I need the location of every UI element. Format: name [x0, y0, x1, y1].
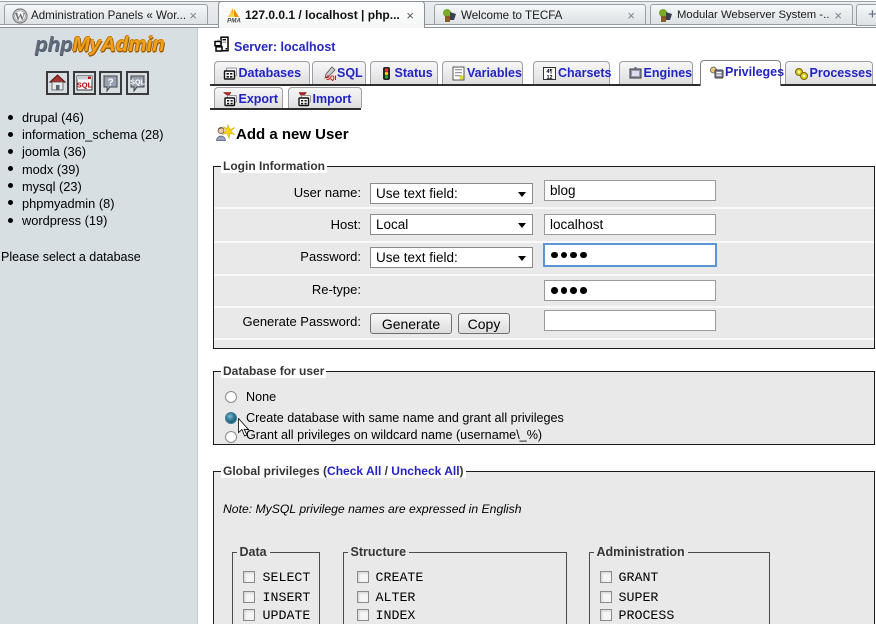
svg-text:SQL: SQL	[76, 81, 92, 90]
svg-text:?: ?	[107, 78, 113, 89]
svg-text:SQL: SQL	[326, 76, 336, 81]
svg-text:12: 12	[547, 75, 553, 81]
svg-text:SQL: SQL	[130, 80, 145, 87]
svg-text:W: W	[15, 12, 26, 23]
svg-text:PMA: PMA	[227, 18, 241, 24]
